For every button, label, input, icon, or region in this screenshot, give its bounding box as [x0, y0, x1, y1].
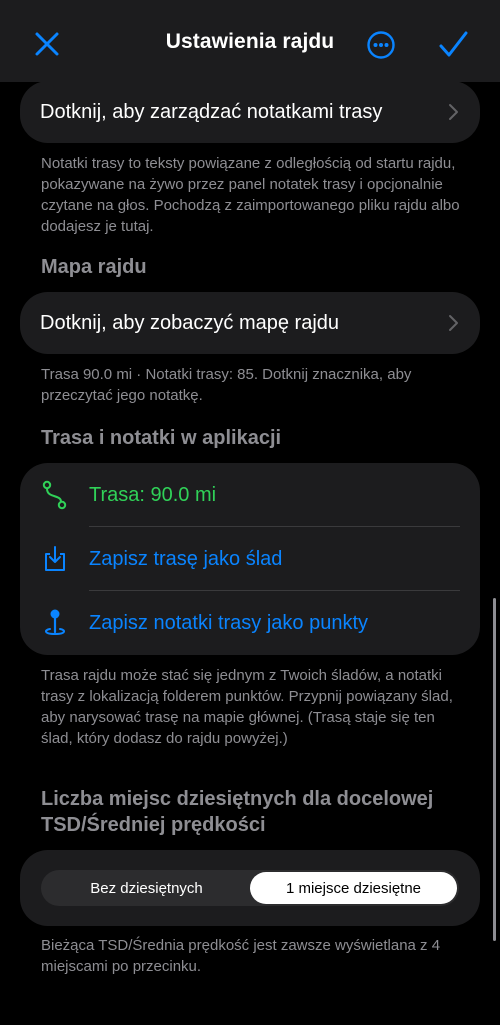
chevron-right-icon — [449, 315, 458, 331]
map-section-header: Mapa rajdu — [41, 256, 147, 278]
app-route-section-header: Trasa i notatki w aplikacji — [41, 427, 282, 449]
save-as-track-label: Zapisz trasę jako ślad — [89, 547, 283, 570]
route-distance-label: Trasa: 90.0 mi — [89, 483, 217, 506]
route-notes-card: Dotknij, aby zarządzać notatkami trasy — [20, 81, 480, 143]
decimals-section-header: Liczba miejsc dziesiętnych dla docelowej… — [41, 788, 434, 836]
checkmark-icon — [439, 31, 468, 57]
chevron-right-icon — [449, 104, 458, 120]
route-info-row: Trasa: 90.0 mi — [20, 463, 480, 527]
done-button[interactable] — [435, 28, 471, 62]
save-as-points-label: Zapisz notatki trasy jako punkty — [89, 611, 369, 634]
page-title: Ustawienia rajdu — [165, 30, 335, 53]
route-icon — [40, 480, 70, 510]
map-pin-icon — [40, 608, 70, 638]
save-as-track-button[interactable]: Zapisz trasę jako ślad — [20, 527, 480, 591]
manage-route-notes-label: Dotknij, aby zarządzać notatkami trasy — [40, 100, 383, 123]
navigation-bar: Ustawienia rajdu — [0, 0, 500, 82]
segment-one-decimal[interactable]: 1 miejsce dziesiętne — [250, 872, 457, 904]
app-route-footnote: Trasa rajdu może stać się jednym z Twoic… — [41, 667, 453, 747]
route-notes-footnote: Notatki trasy to teksty powiązane z odle… — [41, 155, 460, 235]
more-button[interactable] — [366, 30, 396, 60]
app-route-card: Trasa: 90.0 mi Zapisz trasę jako ślad Za… — [20, 463, 480, 655]
view-map-label: Dotknij, aby zobaczyć mapę rajdu — [40, 311, 340, 334]
decimals-segmented-control: Bez dziesiętnych 1 miejsce dziesiętne — [41, 870, 459, 906]
segment-no-decimals[interactable]: Bez dziesiętnych — [43, 872, 250, 904]
map-footnote: Trasa 90.0 mi · Notatki trasy: 85. Dotkn… — [41, 366, 412, 404]
tray-arrow-down-icon — [40, 544, 70, 574]
map-card: Dotknij, aby zobaczyć mapę rajdu — [20, 292, 480, 354]
save-as-points-button[interactable]: Zapisz notatki trasy jako punkty — [20, 591, 480, 655]
ellipsis-circle-icon — [367, 31, 395, 59]
manage-route-notes-link[interactable]: Dotknij, aby zarządzać notatkami trasy — [20, 81, 480, 143]
scroll-indicator[interactable] — [493, 598, 496, 941]
decimals-footnote: Bieżąca TSD/Średnia prędkość jest zawsze… — [41, 937, 441, 975]
decimals-card: Bez dziesiętnych 1 miejsce dziesiętne — [20, 850, 480, 926]
view-map-link[interactable]: Dotknij, aby zobaczyć mapę rajdu — [20, 292, 480, 354]
